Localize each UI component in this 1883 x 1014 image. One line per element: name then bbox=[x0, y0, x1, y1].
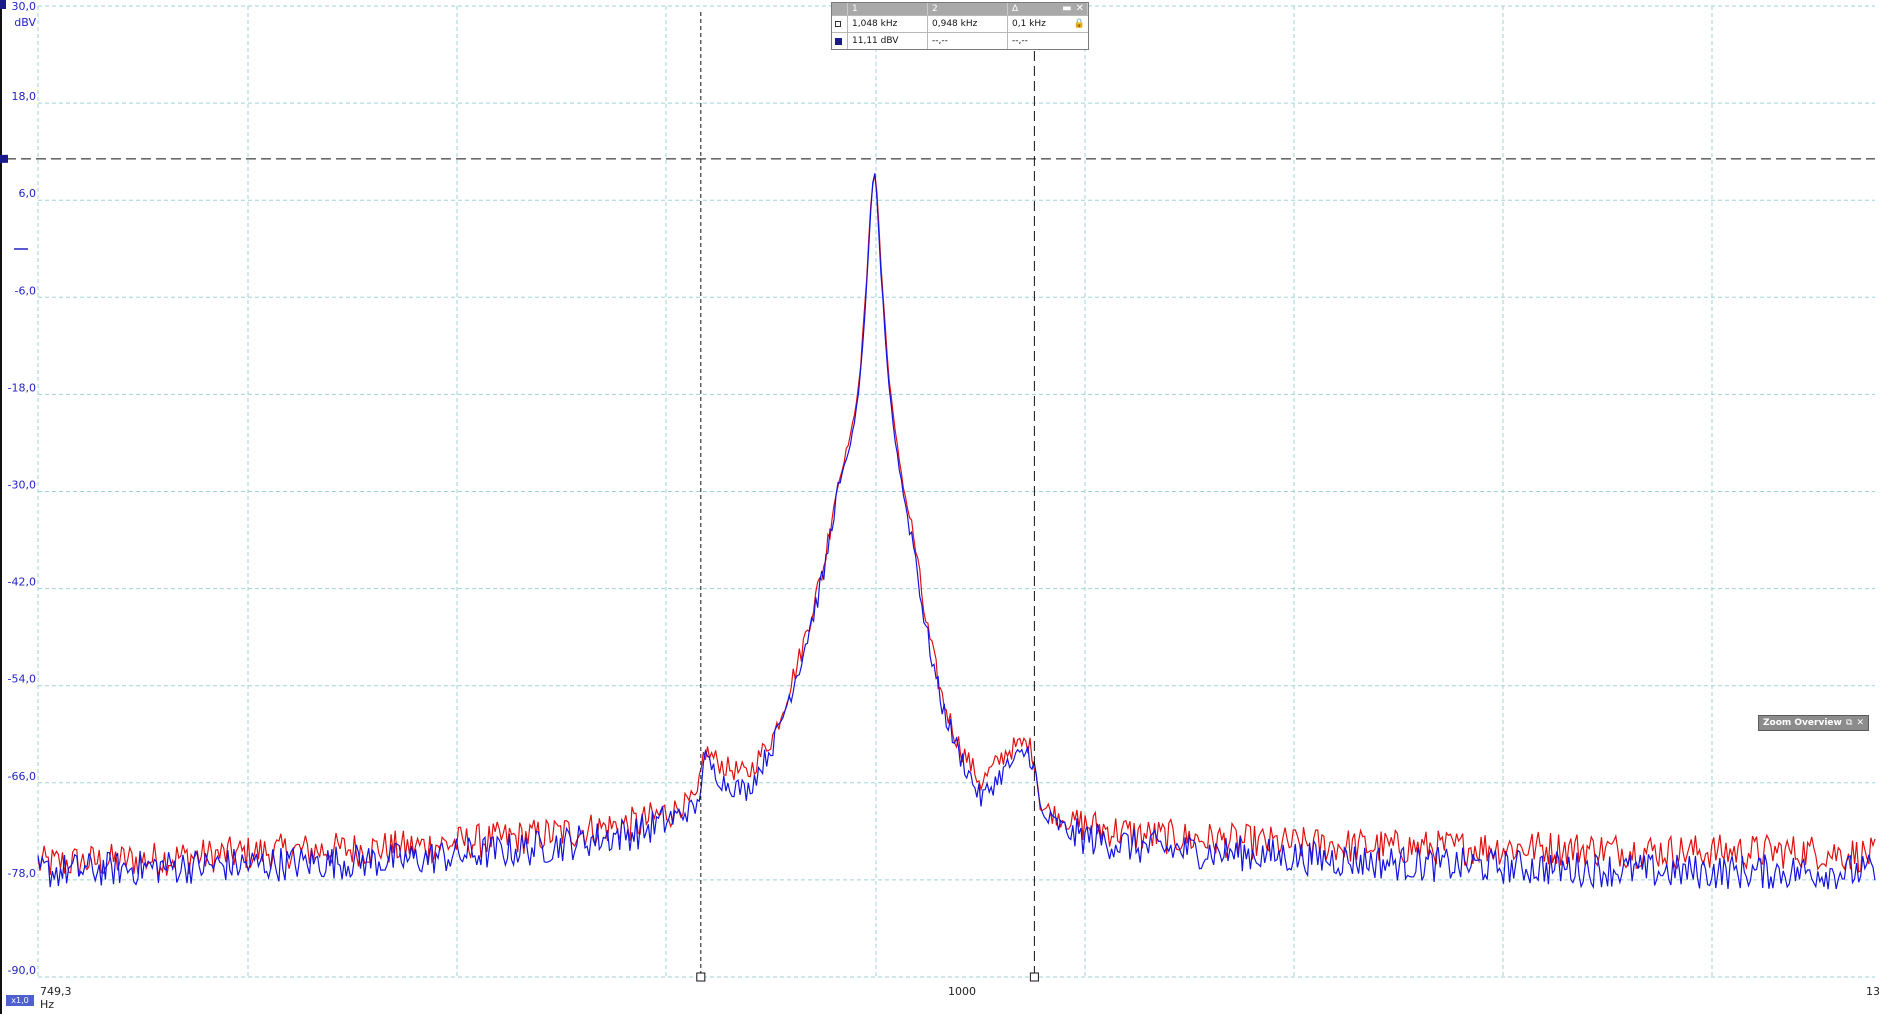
y-tick-label: 30,0 bbox=[12, 0, 37, 13]
scale-badge[interactable]: x1,0 bbox=[6, 995, 34, 1006]
restore-window-icon[interactable]: ⧉ bbox=[1846, 718, 1852, 728]
readout-header-spacer bbox=[832, 3, 848, 15]
lock-icon[interactable]: 🔒 bbox=[1074, 19, 1085, 29]
readout-header-delta-label: Δ bbox=[1012, 4, 1019, 14]
y-tick-label: 18,0 bbox=[12, 90, 37, 103]
readout-delta-freq: 0,1 kHz bbox=[1012, 19, 1046, 29]
readout-swatch-cell bbox=[832, 16, 848, 32]
readout-header: 1 2 Δ ▬ ✕ bbox=[832, 3, 1088, 15]
readout-header-1: 1 bbox=[848, 3, 928, 15]
cursor-y-handle[interactable] bbox=[0, 154, 8, 163]
close-icon[interactable]: ✕ bbox=[1076, 4, 1084, 14]
y-tick-label: -54,0 bbox=[8, 673, 36, 686]
x-tick-label: 13 bbox=[1866, 985, 1880, 998]
readout-delta-freq-cell: 0,1 kHz 🔒 bbox=[1008, 16, 1088, 32]
readout-cursor1-freq: 1,048 kHz bbox=[848, 16, 928, 32]
x-axis-unit: Hz bbox=[40, 998, 55, 1011]
cursor-readout-table[interactable]: 1 2 Δ ▬ ✕ 1,048 kHz 0,948 kHz 0,1 kHz 🔒 … bbox=[831, 2, 1089, 50]
readout-cursor2-level: --,-- bbox=[928, 33, 1008, 49]
cursor-x2-handle[interactable] bbox=[696, 972, 706, 982]
y-tick-label: -6,0 bbox=[15, 284, 36, 297]
y-axis-unit: dBV bbox=[14, 16, 36, 29]
y-cursor-swatch-icon bbox=[835, 37, 842, 45]
y-tick-label: -30,0 bbox=[8, 479, 36, 492]
readout-row-level: 11,11 dBV --,-- --,-- bbox=[832, 32, 1088, 49]
plot-grid bbox=[37, 5, 1875, 978]
y-axis: 30,0 18,0 6,0 -6,0 -18,0 -30,0 -42,0 -54,0 -66,0… bbox=[0, 0, 36, 1014]
zoom-overview-title: Zoom Overview bbox=[1763, 718, 1842, 728]
y-tick-label: -78,0 bbox=[8, 867, 36, 880]
zoom-overview-window[interactable]: Zoom Overview ⧉ ✕ bbox=[1758, 715, 1869, 731]
readout-header-delta: Δ ▬ ✕ bbox=[1008, 3, 1088, 15]
y-tick-label: -90,0 bbox=[8, 964, 36, 977]
y-tick-label: -66,0 bbox=[8, 770, 36, 783]
cursor-x1-handle[interactable] bbox=[1029, 972, 1039, 982]
readout-swatch-cell bbox=[832, 33, 848, 49]
y-tick-label: -42,0 bbox=[8, 576, 36, 589]
series-line-blue bbox=[37, 173, 1876, 890]
x-tick-label: 1000 bbox=[948, 985, 976, 998]
x-cursor-swatch-icon bbox=[835, 21, 841, 27]
series-layer bbox=[37, 173, 1876, 890]
close-icon[interactable]: ✕ bbox=[1856, 718, 1864, 728]
readout-cursor2-freq: 0,948 kHz bbox=[928, 16, 1008, 32]
minimize-icon[interactable]: ▬ bbox=[1062, 4, 1071, 14]
x-axis: 749,3 1000 13 bbox=[40, 985, 1880, 998]
x-tick-label: 749,3 bbox=[40, 985, 72, 998]
readout-cursor1-level: 11,11 dBV bbox=[848, 33, 928, 49]
readout-row-frequency: 1,048 kHz 0,948 kHz 0,1 kHz 🔒 bbox=[832, 15, 1088, 32]
readout-header-2: 2 bbox=[928, 3, 1008, 15]
series-line-red bbox=[37, 174, 1876, 876]
y-tick-label: -18,0 bbox=[8, 381, 36, 394]
y-axis-top-marker bbox=[0, 0, 6, 9]
y-tick-label: 6,0 bbox=[19, 187, 37, 200]
readout-delta-level: --,-- bbox=[1012, 36, 1028, 46]
spectrum-plot[interactable]: 30,0 18,0 6,0 -6,0 -18,0 -30,0 -42,0 -54,0 -66,0… bbox=[0, 0, 1883, 1014]
